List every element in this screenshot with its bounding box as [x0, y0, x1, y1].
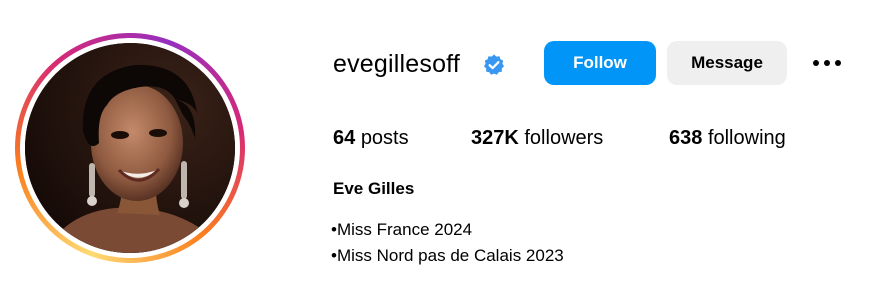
verified-badge-icon: [484, 54, 504, 75]
followers-stat[interactable]: 327K followers: [471, 126, 603, 150]
profile-full-name: Eve Gilles: [333, 179, 415, 198]
followers-label: followers: [524, 127, 604, 149]
more-dot: [813, 60, 819, 66]
more-dot: [835, 60, 841, 66]
profile-avatar[interactable]: [25, 43, 235, 253]
more-dot: [824, 60, 830, 66]
more-options-icon[interactable]: [808, 50, 846, 76]
bio-line: •Miss France 2024: [331, 220, 473, 239]
profile-photo: [25, 43, 235, 253]
following-stat[interactable]: 638 following: [669, 126, 786, 150]
posts-count: 64: [333, 127, 356, 149]
profile-avatar-story-ring[interactable]: [15, 33, 245, 263]
message-button[interactable]: Message: [667, 41, 787, 85]
posts-stat: 64 posts: [333, 126, 409, 150]
follow-button[interactable]: Follow: [544, 41, 656, 85]
followers-count: 327K: [471, 127, 519, 149]
posts-label: posts: [360, 127, 409, 149]
profile-username: evegillesoff: [333, 50, 461, 78]
bio-line: •Miss Nord pas de Calais 2023: [331, 246, 564, 265]
following-count: 638: [669, 127, 703, 149]
following-label: following: [707, 127, 786, 149]
